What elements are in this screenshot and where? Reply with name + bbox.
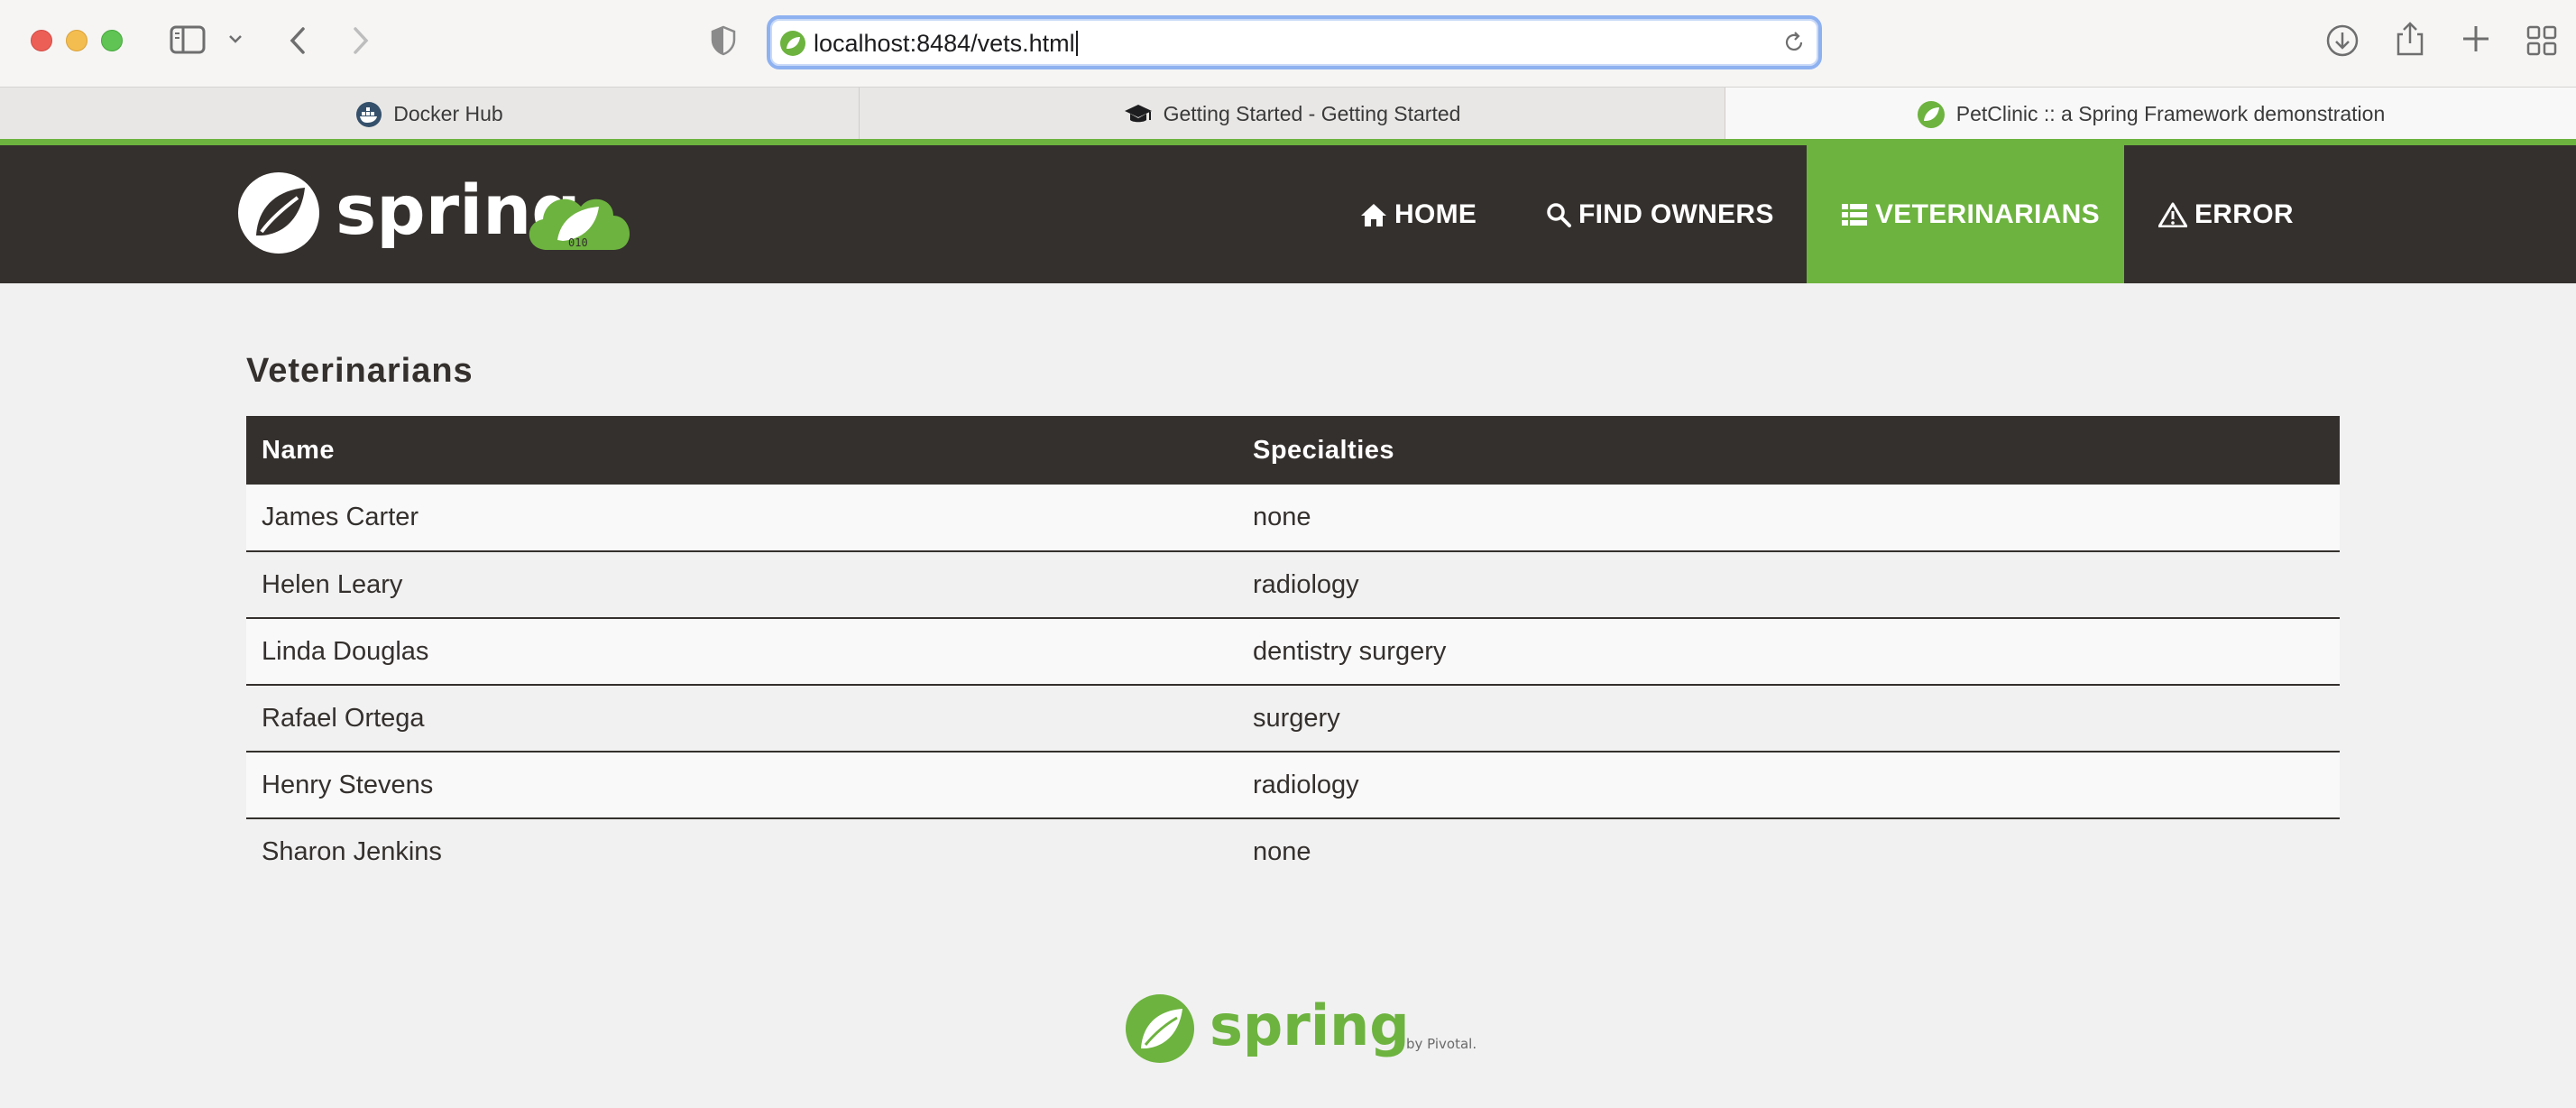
downloads-icon[interactable] <box>2325 23 2360 58</box>
nav-error[interactable]: ERROR <box>2158 145 2294 283</box>
browser-toolbar: localhost:8484/vets.html <box>0 0 2576 87</box>
table-header-row: Name Specialties <box>246 416 2340 485</box>
vet-name: Sharon Jenkins <box>246 818 1237 885</box>
vet-name: Rafael Ortega <box>246 685 1237 753</box>
footer-brand-text: spring <box>1210 993 1410 1058</box>
sidebar-toggle-icon[interactable] <box>170 25 206 54</box>
vet-specialties: radiology <box>1237 752 2340 819</box>
vet-name: James Carter <box>246 485 1237 552</box>
vet-specialties: radiology <box>1237 551 2340 619</box>
share-icon[interactable] <box>2395 20 2425 58</box>
column-header-name: Name <box>246 416 1237 485</box>
table-row: Rafael Ortega surgery <box>246 685 2340 753</box>
column-header-specialties: Specialties <box>1237 416 2340 485</box>
tab-getting-started[interactable]: Getting Started - Getting Started <box>860 88 1725 141</box>
nav-find-owners-label: FIND OWNERS <box>1578 199 1774 229</box>
vet-name: Helen Leary <box>246 551 1237 619</box>
svg-text:010: 010 <box>568 236 588 249</box>
back-icon[interactable] <box>287 25 308 56</box>
close-window-button[interactable] <box>31 30 52 51</box>
privacy-shield-icon[interactable] <box>711 25 736 56</box>
search-icon <box>1546 202 1571 227</box>
nav-veterinarians-label: VETERINARIANS <box>1875 199 2100 229</box>
home-icon <box>1360 202 1387 227</box>
minimize-window-button[interactable] <box>66 30 87 51</box>
tab-label: Docker Hub <box>393 102 503 125</box>
footer-byline-text: by Pivotal. <box>1406 1036 1477 1052</box>
site-navbar: spring 010 HOME FIND OWNERS VETERINARIAN… <box>0 145 2576 283</box>
forward-icon[interactable] <box>350 25 372 56</box>
tab-label: Getting Started - Getting Started <box>1163 102 1461 125</box>
tab-docker-hub[interactable]: Docker Hub <box>0 88 860 141</box>
chevron-down-icon[interactable] <box>227 32 244 45</box>
new-tab-icon[interactable] <box>2461 23 2491 54</box>
table-row: Linda Douglas dentistry surgery <box>246 618 2340 686</box>
nav-error-label: ERROR <box>2194 199 2294 229</box>
tab-label: PetClinic :: a Spring Framework demonstr… <box>1955 102 2386 125</box>
docker-icon <box>355 101 382 128</box>
graduation-cap-icon <box>1124 103 1153 126</box>
table-row: James Carter none <box>246 485 2340 552</box>
veterinarians-table: Name Specialties James Carter none Helen… <box>246 416 2340 885</box>
list-icon <box>1841 203 1868 226</box>
address-bar[interactable]: localhost:8484/vets.html <box>767 15 1822 69</box>
vet-specialties: none <box>1237 485 2340 552</box>
vet-specialties: dentistry surgery <box>1237 618 2340 686</box>
spring-logo[interactable]: spring 010 <box>236 163 660 267</box>
nav-home-label: HOME <box>1394 199 1477 229</box>
nav-veterinarians[interactable]: VETERINARIANS <box>1807 145 2124 283</box>
tab-bar: Docker Hub Getting Started - Getting Sta… <box>0 87 2576 141</box>
warning-icon <box>2158 202 2187 227</box>
table-row: Henry Stevens radiology <box>246 752 2340 819</box>
url-text: localhost:8484/vets.html <box>814 30 1078 57</box>
tab-petclinic[interactable]: PetClinic :: a Spring Framework demonstr… <box>1725 88 2576 141</box>
spring-favicon-icon <box>779 30 806 57</box>
vet-specialties: none <box>1237 818 2340 885</box>
table-row: Helen Leary radiology <box>246 551 2340 619</box>
vet-specialties: surgery <box>1237 685 2340 753</box>
vet-name: Linda Douglas <box>246 618 1237 686</box>
nav-find-owners[interactable]: FIND OWNERS <box>1546 145 1774 283</box>
vet-name: Henry Stevens <box>246 752 1237 819</box>
table-row: Sharon Jenkins none <box>246 818 2340 885</box>
reload-icon[interactable] <box>1782 31 1806 54</box>
spring-leaf-icon <box>1917 100 1946 129</box>
footer-spring-by-pivotal-logo: spring by Pivotal. <box>1123 991 1484 1071</box>
page-title: Veterinarians <box>246 352 474 390</box>
tab-overview-icon[interactable] <box>2526 25 2557 56</box>
zoom-window-button[interactable] <box>101 30 123 51</box>
active-tab-accent <box>0 139 2576 145</box>
nav-home[interactable]: HOME <box>1360 145 1477 283</box>
